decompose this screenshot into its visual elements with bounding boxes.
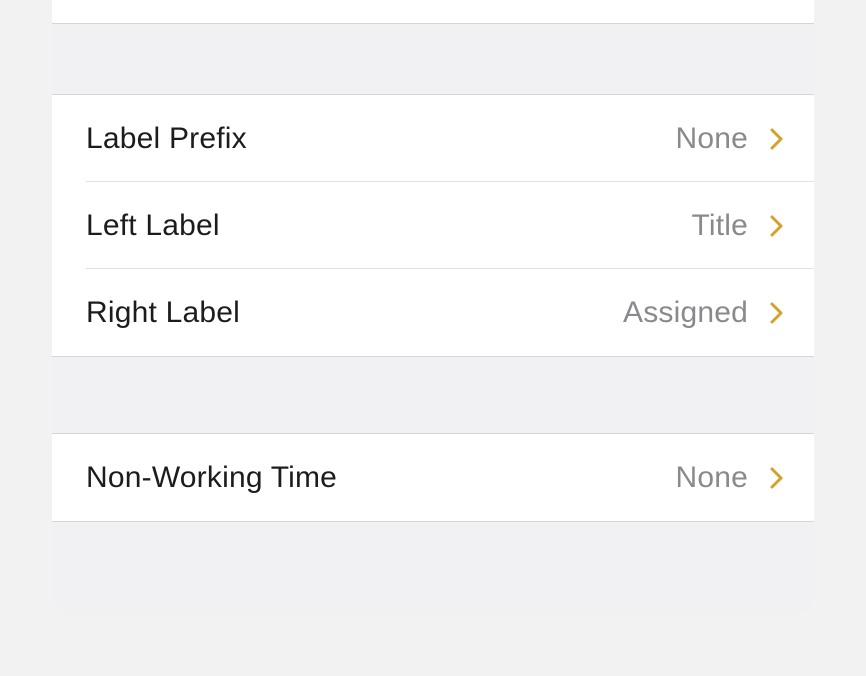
row-value-text: None [675, 122, 748, 156]
chevron-right-icon [770, 301, 784, 325]
time-section: Non-Working Time None [52, 433, 814, 522]
row-label-text: Right Label [86, 296, 623, 330]
settings-panel: Label Prefix None Left Label Title Right… [52, 0, 814, 614]
row-value-text: Title [691, 209, 748, 243]
row-label-text: Label Prefix [86, 122, 675, 156]
chevron-right-icon [770, 466, 784, 490]
chevron-right-icon [770, 127, 784, 151]
chevron-right-icon [770, 214, 784, 238]
row-label-prefix[interactable]: Label Prefix None [52, 95, 814, 182]
row-label-text: Left Label [86, 209, 691, 243]
row-right-label[interactable]: Right Label Assigned [52, 269, 814, 356]
row-value-text: Assigned [623, 296, 748, 330]
row-left-label[interactable]: Left Label Title [52, 182, 814, 269]
row-value-text: None [675, 461, 748, 495]
section-remnant [52, 0, 814, 24]
row-label-text: Non-Working Time [86, 461, 675, 495]
labels-section: Label Prefix None Left Label Title Right… [52, 94, 814, 357]
row-non-working-time[interactable]: Non-Working Time None [52, 434, 814, 521]
section-gap [52, 24, 814, 94]
section-gap [52, 357, 814, 433]
